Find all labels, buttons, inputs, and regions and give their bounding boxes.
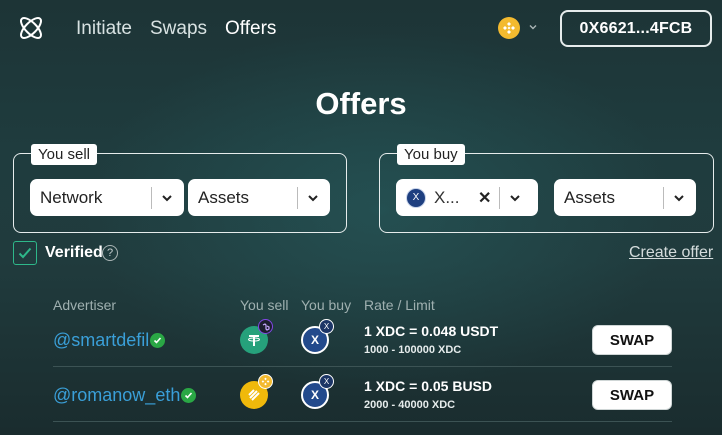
- chevron-down-icon[interactable]: [306, 191, 320, 205]
- app-logo-icon[interactable]: [16, 13, 46, 43]
- checkmark-icon: [18, 247, 32, 259]
- rate-text: 1 XDC = 0.048 USDT: [364, 323, 499, 339]
- nav-swaps[interactable]: Swaps: [150, 18, 207, 40]
- sell-filter-label: You sell: [31, 144, 97, 165]
- verified-checkbox[interactable]: [13, 241, 37, 265]
- verified-badge-icon: [150, 333, 166, 348]
- table-row: @smartdefil X X 1 XDC = 0.048 USDT 1000 …: [53, 313, 672, 367]
- nav-offers[interactable]: Offers: [225, 18, 276, 40]
- nav-initiate[interactable]: Initiate: [76, 18, 132, 40]
- xdc-icon: X: [406, 187, 426, 208]
- buy-network-value: X...: [434, 187, 460, 207]
- row-divider: [53, 421, 672, 422]
- advertiser-link[interactable]: @romanow_eth: [53, 385, 197, 406]
- create-offer-link[interactable]: Create offer: [629, 244, 713, 262]
- sell-assets-select[interactable]: Assets: [188, 179, 330, 216]
- header-you-buy: You buy: [301, 297, 352, 313]
- chevron-down-icon[interactable]: [672, 191, 686, 205]
- chevron-down-icon[interactable]: [160, 191, 174, 205]
- header-rate-limit: Rate / Limit: [364, 297, 435, 313]
- sell-network-value: Network: [40, 187, 103, 207]
- advertiser-name[interactable]: @romanow_eth: [53, 385, 180, 406]
- help-icon[interactable]: ?: [102, 245, 118, 261]
- row-divider: [53, 366, 672, 367]
- sell-filter-group: You sell Network Assets: [13, 144, 347, 233]
- header-you-sell: You sell: [240, 297, 289, 313]
- limit-text: 2000 - 40000 XDC: [364, 399, 456, 411]
- sell-assets-value: Assets: [198, 187, 250, 207]
- buy-network-select[interactable]: X X... ✕: [396, 179, 538, 216]
- table-row: @romanow_eth X X 1 XDC = 0.05 BUSD 2000 …: [53, 368, 672, 422]
- limit-text: 1000 - 100000 XDC: [364, 344, 462, 356]
- network-chevron-down-icon[interactable]: [527, 21, 539, 33]
- rate-text: 1 XDC = 0.05 BUSD: [364, 378, 492, 394]
- chevron-down-icon[interactable]: [508, 191, 522, 205]
- sell-network-select[interactable]: Network: [30, 179, 184, 216]
- verified-badge-icon: [181, 388, 197, 403]
- buy-filter-group: You buy X X... ✕ Assets: [379, 144, 714, 233]
- advertiser-name[interactable]: @smartdefil: [53, 330, 149, 351]
- advertiser-link[interactable]: @smartdefil: [53, 330, 166, 351]
- buy-assets-value: Assets: [564, 187, 616, 207]
- select-separator: [663, 186, 664, 209]
- main-nav: Initiate Swaps Offers: [76, 18, 276, 40]
- page-title: Offers: [315, 86, 407, 121]
- buy-filter-label: You buy: [397, 144, 465, 165]
- select-separator: [297, 186, 298, 209]
- wallet-address-button[interactable]: 0X6621...4FCB: [560, 10, 712, 47]
- buy-assets-select[interactable]: Assets: [554, 179, 696, 216]
- swap-button[interactable]: SWAP: [592, 380, 672, 410]
- select-separator: [499, 186, 501, 209]
- bnb-coin-icon[interactable]: [498, 17, 520, 39]
- clear-selection-icon[interactable]: ✕: [478, 188, 491, 208]
- header-advertiser: Advertiser: [53, 297, 117, 313]
- xdc-icon: X: [319, 374, 334, 389]
- swap-button[interactable]: SWAP: [592, 325, 672, 355]
- polygon-icon: [258, 319, 273, 334]
- xdc-icon: X: [319, 319, 334, 334]
- verified-label[interactable]: Verified: [45, 244, 103, 262]
- select-separator: [151, 186, 152, 209]
- bnb-icon: [258, 374, 273, 389]
